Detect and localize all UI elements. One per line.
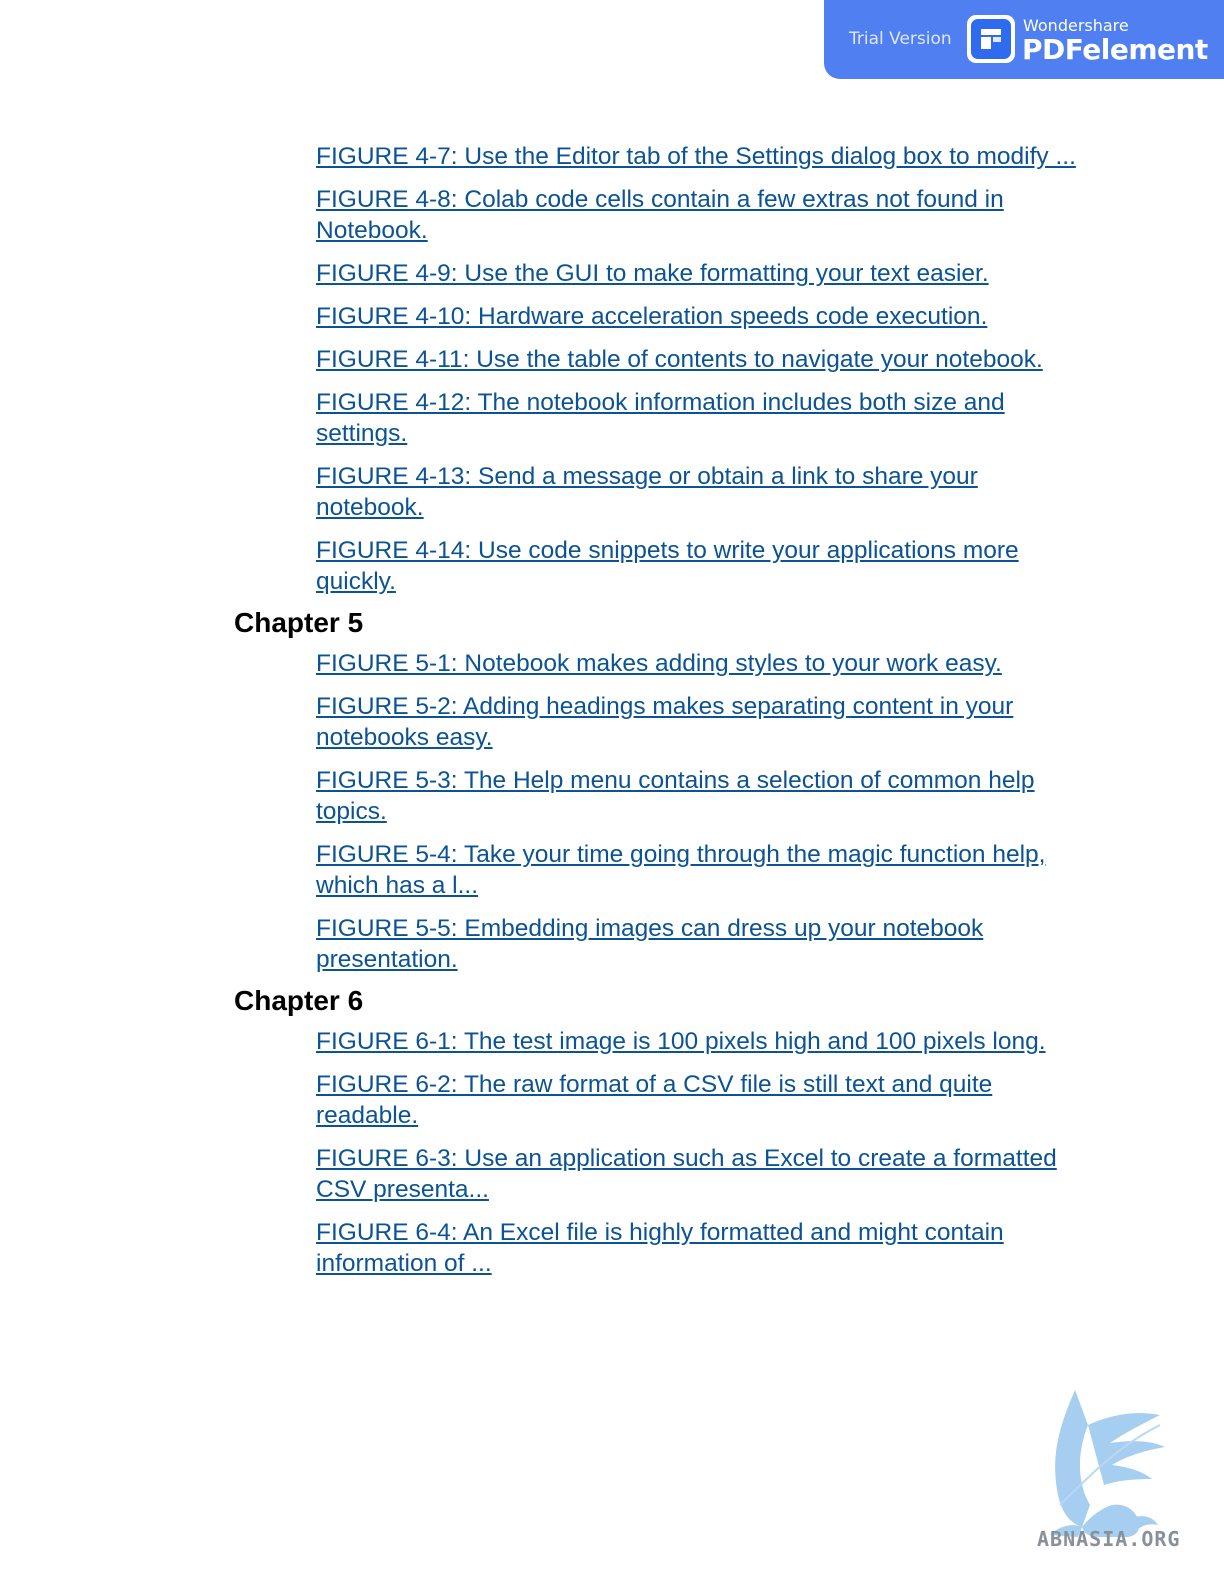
figure-link[interactable]: FIGURE 4-8: Colab code cells contain a f… bbox=[316, 184, 1076, 246]
figure-link[interactable]: FIGURE 4-11: Use the table of contents t… bbox=[316, 344, 1076, 375]
figure-link[interactable]: FIGURE 4-9: Use the GUI to make formatti… bbox=[316, 258, 1076, 289]
trial-version-label: Trial Version bbox=[849, 29, 952, 49]
figure-link[interactable]: FIGURE 5-4: Take your time going through… bbox=[316, 839, 1076, 901]
figure-link[interactable]: FIGURE 4-7: Use the Editor tab of the Se… bbox=[316, 141, 1076, 172]
trial-banner[interactable]: Trial Version Wondershare PDFelement bbox=[824, 0, 1224, 79]
watermark-text: ABNASIA.ORG bbox=[1037, 1527, 1181, 1551]
pdfelement-logo-icon bbox=[967, 15, 1015, 63]
figure-link[interactable]: FIGURE 4-14: Use code snippets to write … bbox=[316, 535, 1076, 597]
figure-link[interactable]: FIGURE 6-4: An Excel file is highly form… bbox=[316, 1217, 1076, 1279]
figure-link[interactable]: FIGURE 4-10: Hardware acceleration speed… bbox=[316, 301, 1076, 332]
figure-link[interactable]: FIGURE 5-3: The Help menu contains a sel… bbox=[316, 765, 1076, 827]
chapter-6-heading: Chapter 6 bbox=[234, 985, 364, 1016]
figure-link[interactable]: FIGURE 4-12: The notebook information in… bbox=[316, 387, 1076, 449]
figure-link[interactable]: FIGURE 5-1: Notebook makes adding styles… bbox=[316, 648, 1076, 679]
product-name: PDFelement bbox=[1022, 33, 1208, 66]
figure-link[interactable]: FIGURE 6-3: Use an application such as E… bbox=[316, 1143, 1076, 1205]
figure-link[interactable]: FIGURE 6-1: The test image is 100 pixels… bbox=[316, 1026, 1076, 1057]
figure-link[interactable]: FIGURE 5-5: Embedding images can dress u… bbox=[316, 913, 1076, 975]
figure-link[interactable]: FIGURE 5-2: Adding headings makes separa… bbox=[316, 691, 1076, 753]
figure-link[interactable]: FIGURE 4-13: Send a message or obtain a … bbox=[316, 461, 1076, 523]
chapter-5-heading: Chapter 5 bbox=[234, 607, 364, 638]
figure-link[interactable]: FIGURE 6-2: The raw format of a CSV file… bbox=[316, 1069, 1076, 1131]
figure-list: FIGURE 4-7: Use the Editor tab of the Se… bbox=[0, 141, 1224, 1291]
